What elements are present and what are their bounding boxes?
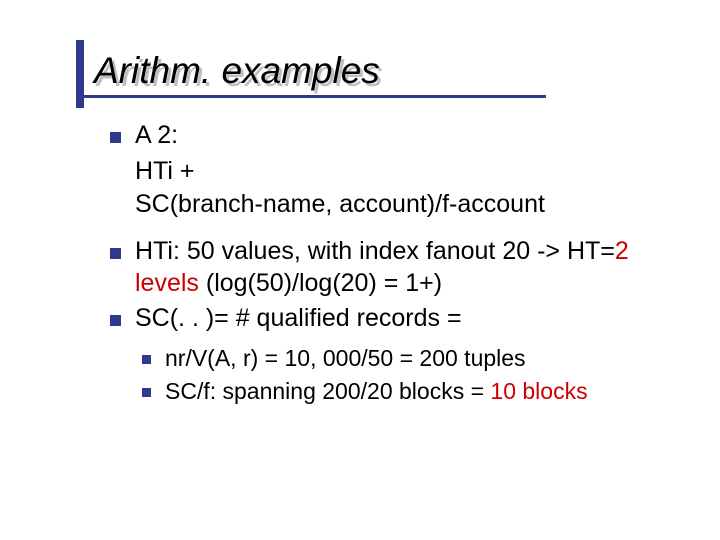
title-wrap: Arithm. examples Arithm. examples	[94, 50, 720, 92]
bullet-text: nr/V(A, r) = 10, 000/50 = 200 tuples	[165, 344, 660, 373]
square-bullet-icon	[142, 355, 151, 364]
bullet-level1: HTi: 50 values, with index fanout 20 -> …	[110, 236, 660, 299]
square-bullet-icon	[110, 132, 121, 143]
text-run: f-account	[442, 190, 545, 218]
bullet-follow-text: HTi + SC(branch-name, account)/f-account	[135, 155, 660, 220]
content-area: A 2: HTi + SC(branch-name, account)/f-ac…	[110, 120, 660, 406]
bullet-text: A 2:	[135, 120, 660, 151]
text-run: HTi +	[135, 157, 195, 185]
square-bullet-icon	[142, 388, 151, 397]
bullet-level1: A 2:	[110, 120, 660, 151]
number-highlight: 10 blocks	[490, 378, 587, 404]
bullet-level1: SC(. . )= # qualified records =	[110, 303, 660, 334]
text-run: SC/f: spanning 200/20 blocks =	[165, 378, 490, 404]
text-run: SC(branch-name, account)	[135, 190, 435, 218]
bullet-text: SC(. . )= # qualified records =	[135, 303, 660, 334]
bullet-text: HTi: 50 values, with index fanout 20 -> …	[135, 236, 660, 299]
square-bullet-icon	[110, 315, 121, 326]
bullet-level2: SC/f: spanning 200/20 blocks = 10 blocks	[142, 377, 660, 406]
page-title: Arithm. examples	[94, 50, 720, 92]
bullet-level2: nr/V(A, r) = 10, 000/50 = 200 tuples	[142, 344, 660, 373]
square-bullet-icon	[110, 248, 121, 259]
bullet-text: SC/f: spanning 200/20 blocks = 10 blocks	[165, 377, 660, 406]
slide: Arithm. examples Arithm. examples A 2: H…	[0, 0, 720, 540]
text-run: HTi: 50 values, with index fanout 20 -> …	[135, 237, 615, 265]
title-underline	[76, 95, 546, 98]
text-run: (log(50)/log(20) = 1+)	[199, 269, 442, 297]
